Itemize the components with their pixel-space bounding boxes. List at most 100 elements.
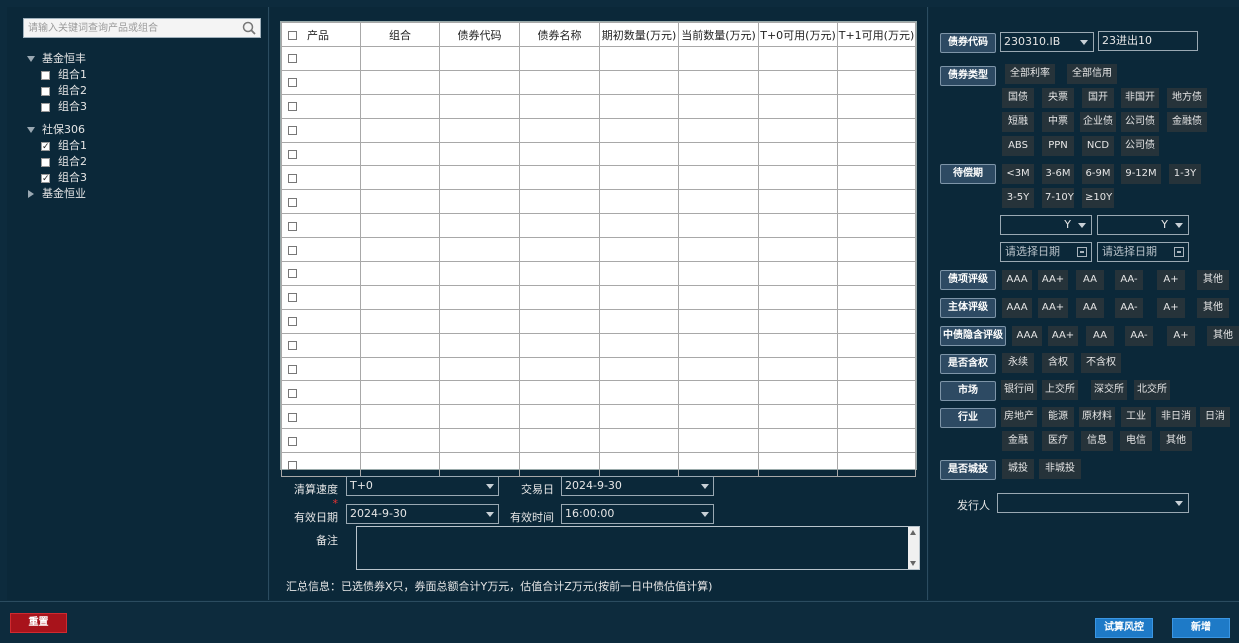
search-input[interactable] xyxy=(24,19,238,37)
tag-information[interactable]: 信息 xyxy=(1081,431,1113,451)
tag-discretionary[interactable]: 非日消 xyxy=(1156,407,1196,427)
issuer-select[interactable] xyxy=(997,493,1189,513)
table-row[interactable] xyxy=(281,404,916,430)
checkbox[interactable] xyxy=(41,158,50,167)
date-from-picker[interactable]: 请选择日期 xyxy=(1000,242,1092,262)
tag-chengtou[interactable]: 城投 xyxy=(1002,459,1034,479)
tag-mtn[interactable]: 中票 xyxy=(1042,112,1074,132)
tag-local-gov[interactable]: 地方债 xyxy=(1167,88,1207,108)
row-checkbox[interactable] xyxy=(288,78,297,88)
table-row[interactable] xyxy=(281,141,916,167)
remark-textarea[interactable] xyxy=(356,526,920,570)
date-to-picker[interactable]: 请选择日期 xyxy=(1097,242,1189,262)
tag-ppn[interactable]: PPN xyxy=(1042,136,1074,156)
tag-treasury[interactable]: 国债 xyxy=(1002,88,1034,108)
tag-cdb[interactable]: 国开 xyxy=(1082,88,1114,108)
table-row[interactable] xyxy=(281,332,916,358)
tag-rating[interactable]: AA- xyxy=(1125,326,1153,346)
tag-telecom[interactable]: 电信 xyxy=(1120,431,1152,451)
table-row[interactable] xyxy=(281,380,916,406)
row-checkbox[interactable] xyxy=(288,269,297,279)
row-checkbox[interactable] xyxy=(288,293,297,303)
table-row[interactable] xyxy=(281,165,916,191)
tag-rating[interactable]: AAA xyxy=(1012,326,1042,346)
tag-bse[interactable]: 北交所 xyxy=(1134,380,1170,400)
row-checkbox[interactable] xyxy=(288,197,297,207)
tag-3-6m[interactable]: 3-6M xyxy=(1042,164,1074,184)
tag-3-5y[interactable]: 3-5Y xyxy=(1002,188,1034,208)
caret-down-icon[interactable] xyxy=(27,55,35,63)
row-checkbox[interactable] xyxy=(288,412,297,422)
select-all-checkbox[interactable] xyxy=(288,31,297,40)
bond-type-label[interactable]: 债券类型 xyxy=(940,66,996,86)
maturity-to-select[interactable]: Y xyxy=(1097,215,1189,235)
table-row[interactable] xyxy=(281,46,916,71)
tag-6-9m[interactable]: 6-9M xyxy=(1082,164,1114,184)
bond-code-select[interactable]: 230310.IB xyxy=(1000,32,1094,52)
tag-sse[interactable]: 上交所 xyxy=(1042,380,1078,400)
scroll-down-icon[interactable] xyxy=(910,561,916,566)
tag-rating[interactable]: AA xyxy=(1086,326,1114,346)
row-checkbox[interactable] xyxy=(288,221,297,231)
tag-corporate[interactable]: 公司债 xyxy=(1121,112,1159,132)
table-row[interactable] xyxy=(281,189,916,215)
tag-central-bill[interactable]: 央票 xyxy=(1042,88,1074,108)
checkbox[interactable] xyxy=(41,171,50,187)
chengtou-label[interactable]: 是否城投 xyxy=(940,460,996,480)
tag-gte-10y[interactable]: ≥10Y xyxy=(1082,188,1114,208)
tag-rating[interactable]: 其他 xyxy=(1197,270,1229,290)
implied-rating-label[interactable]: 中债隐含评级 xyxy=(940,326,1006,346)
row-checkbox[interactable] xyxy=(288,341,297,351)
tag-abs[interactable]: ABS xyxy=(1002,136,1034,156)
risk-check-button[interactable]: 试算风控 xyxy=(1095,618,1153,638)
table-row[interactable] xyxy=(281,261,916,286)
row-checkbox[interactable] xyxy=(288,126,297,136)
tag-lt-3m[interactable]: <3M xyxy=(1002,164,1034,184)
checkbox[interactable] xyxy=(41,87,50,96)
tag-ncd[interactable]: NCD xyxy=(1082,136,1114,156)
row-checkbox[interactable] xyxy=(288,150,297,159)
tag-energy[interactable]: 能源 xyxy=(1042,407,1074,427)
tag-rating[interactable]: AA xyxy=(1076,298,1104,318)
row-checkbox[interactable] xyxy=(288,102,297,112)
tag-real-estate[interactable]: 房地产 xyxy=(1001,407,1037,427)
tag-industrial[interactable]: 工业 xyxy=(1121,407,1151,427)
tag-rating[interactable]: 其他 xyxy=(1207,326,1239,346)
row-checkbox[interactable] xyxy=(288,245,297,255)
tag-szse[interactable]: 深交所 xyxy=(1091,380,1127,400)
tag-rating[interactable]: AAA xyxy=(1002,270,1032,290)
tag-non-cdb[interactable]: 非国开 xyxy=(1121,88,1159,108)
table-row[interactable] xyxy=(281,356,916,382)
search-icon[interactable] xyxy=(242,21,256,35)
table-row[interactable] xyxy=(281,69,916,95)
table-row[interactable] xyxy=(281,308,916,334)
table-row[interactable] xyxy=(281,237,916,263)
tag-rating[interactable]: A+ xyxy=(1167,326,1195,346)
tag-rating[interactable]: AA xyxy=(1076,270,1104,290)
effective-time-select[interactable]: 16:00:00 xyxy=(561,504,714,524)
tag-with-option[interactable]: 含权 xyxy=(1042,353,1074,373)
tag-rating[interactable]: A+ xyxy=(1157,270,1185,290)
bond-code-label[interactable]: 债券代码 xyxy=(940,33,996,53)
row-checkbox[interactable] xyxy=(288,388,297,398)
tag-1-3y[interactable]: 1-3Y xyxy=(1169,164,1201,184)
add-button[interactable]: 新增 xyxy=(1172,618,1230,638)
reset-button[interactable]: 重置 xyxy=(10,613,67,633)
row-checkbox[interactable] xyxy=(288,460,297,470)
tag-interbank[interactable]: 银行间 xyxy=(1001,380,1037,400)
tag-corporate-2[interactable]: 公司债 xyxy=(1121,136,1159,156)
scrollbar[interactable] xyxy=(908,527,919,569)
tag-7-10y[interactable]: 7-10Y xyxy=(1042,188,1074,208)
checkbox[interactable] xyxy=(41,71,50,80)
tag-short-financing[interactable]: 短融 xyxy=(1002,112,1034,132)
bond-rating-label[interactable]: 债项评级 xyxy=(940,270,996,290)
tag-materials[interactable]: 原材料 xyxy=(1079,407,1115,427)
caret-right-icon[interactable] xyxy=(27,190,35,198)
tag-rating[interactable]: AA- xyxy=(1115,298,1143,318)
calendar-icon[interactable] xyxy=(1077,247,1087,257)
issuer-rating-label[interactable]: 主体评级 xyxy=(940,298,996,318)
clearing-speed-select[interactable]: T+0 xyxy=(346,476,499,496)
tag-all-rate[interactable]: 全部利率 xyxy=(1005,64,1055,84)
checkbox[interactable] xyxy=(41,139,50,155)
table-row[interactable] xyxy=(281,284,916,310)
